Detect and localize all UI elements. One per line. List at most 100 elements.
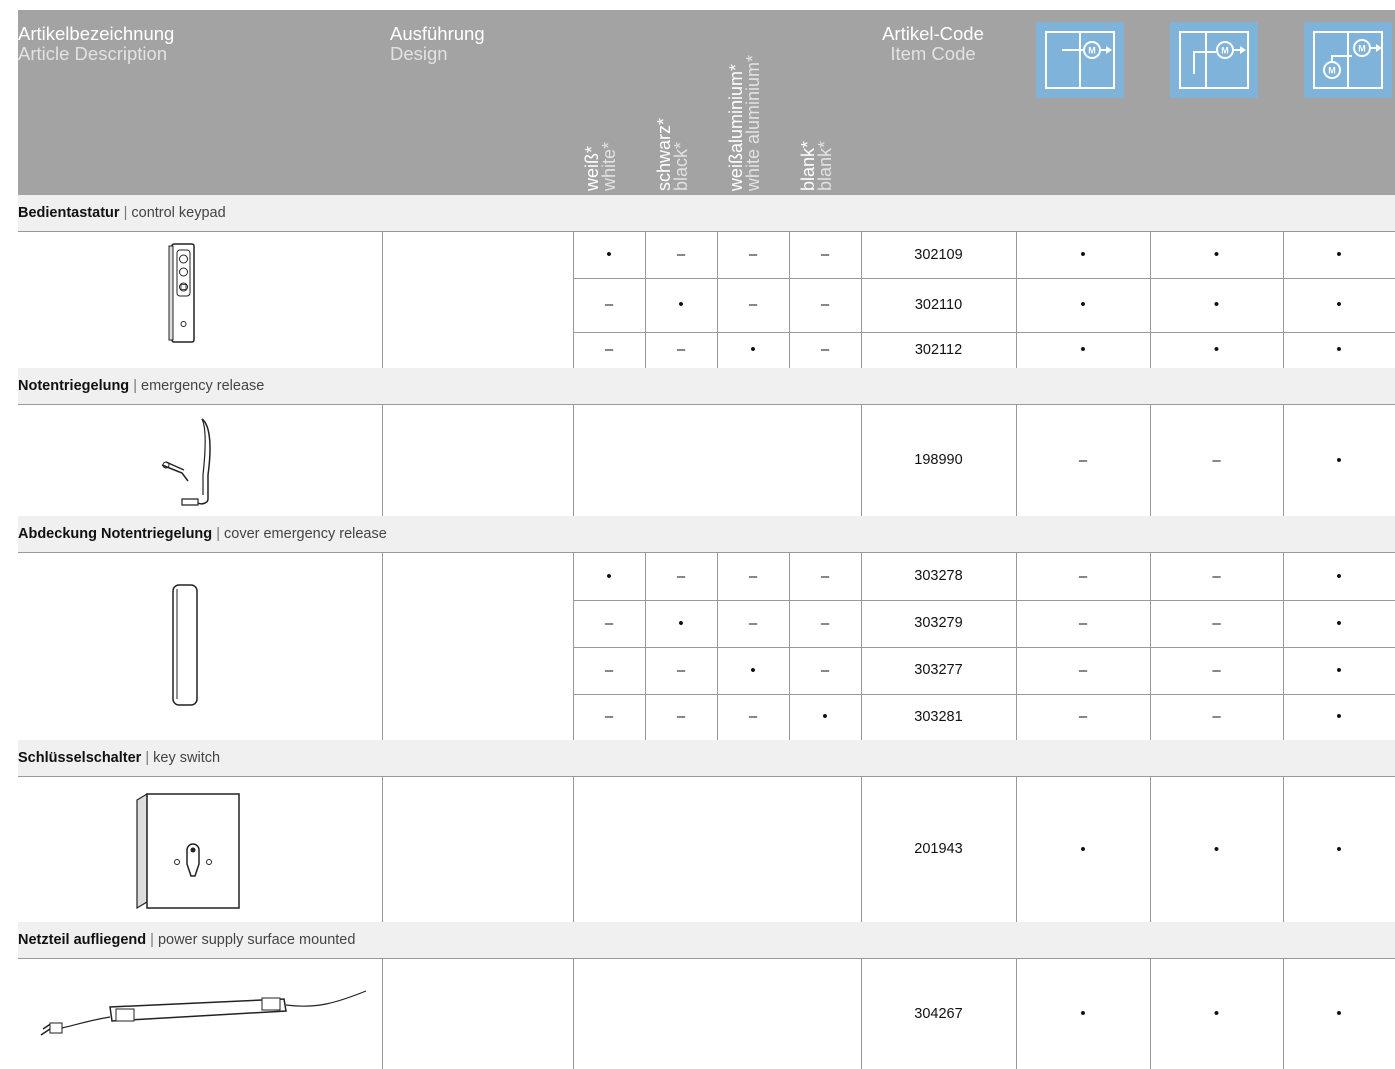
svg-text:M: M — [1358, 44, 1366, 54]
color-availability-cell: • — [678, 296, 684, 313]
motor-compatibility-cell: • — [1336, 841, 1342, 858]
section-header-key-switch: Schlüsselschalter | key switch — [18, 740, 1395, 777]
motor-compatibility-cell: – — [1078, 615, 1088, 632]
motor-compatibility-cell: • — [1336, 708, 1342, 725]
motor-side-leaf-icon: M — [1170, 22, 1258, 98]
svg-text:M: M — [1088, 46, 1096, 56]
color-availability-cell: – — [820, 296, 830, 313]
article-description-header: Artikelbezeichnung Article Description — [18, 23, 175, 64]
color-header-black: schwarz* black* — [654, 117, 691, 191]
grid-line — [382, 553, 383, 740]
motor-compatibility-cell: – — [1078, 708, 1088, 725]
grid-line — [382, 232, 383, 368]
grid-line — [573, 959, 574, 1069]
motor-compatibility-cell: • — [1213, 296, 1220, 313]
item-code-header: Artikel-Code Item Code — [882, 23, 984, 64]
item-code-cell: 302109 — [914, 247, 963, 263]
color-availability-cell: – — [676, 708, 686, 725]
motor-compatibility-cell: – — [1212, 662, 1221, 679]
item-code-cell: 201943 — [914, 841, 963, 857]
color-header-white: weiß* white* — [582, 141, 619, 191]
power-supply-icon — [36, 985, 371, 1052]
key-switch-icon — [133, 790, 243, 920]
emergency-release-handle-icon — [158, 415, 228, 512]
section-header-emergency-release: Notentriegelung | emergency release — [18, 368, 1395, 405]
item-code-cell: 303277 — [914, 662, 963, 678]
item-code-cell: 302110 — [914, 297, 963, 313]
color-availability-cell: • — [606, 568, 612, 585]
svg-text:M: M — [1328, 66, 1336, 76]
grid-line — [573, 777, 574, 922]
motor-compatibility-cell: – — [1212, 568, 1221, 585]
color-header-blank: blank* blank* — [798, 140, 835, 191]
color-availability-cell: – — [604, 708, 614, 725]
control-keypad-icon — [168, 242, 200, 349]
motor-compatibility-cell: – — [1078, 452, 1088, 469]
color-availability-cell: – — [676, 568, 686, 585]
color-availability-cell: • — [606, 246, 612, 263]
item-code-cell: 303278 — [914, 568, 963, 584]
motor-compatibility-cell: – — [1078, 662, 1088, 679]
motor-compatibility-cell: • — [1336, 296, 1342, 313]
item-code-cell: 304267 — [914, 1006, 963, 1022]
color-availability-cell: • — [678, 615, 684, 632]
motor-compatibility-cell: • — [1336, 662, 1342, 679]
section-header-control-keypad: Bedientastatur | control keypad — [18, 195, 1395, 232]
release-cover-icon — [168, 583, 202, 712]
color-availability-cell: – — [604, 662, 614, 679]
color-availability-cell: – — [604, 341, 614, 358]
motor-compatibility-cell: – — [1212, 452, 1221, 469]
motor-compatibility-cell: • — [1336, 452, 1342, 469]
motor-compatibility-cell: • — [1213, 341, 1220, 358]
color-availability-cell: – — [676, 246, 686, 263]
grid-line — [382, 405, 383, 516]
color-availability-cell: – — [604, 296, 614, 313]
color-availability-cell: • — [822, 708, 828, 725]
motor-compatibility-cell: • — [1080, 841, 1086, 858]
motor-compatibility-cell: • — [1080, 1005, 1086, 1022]
svg-text:M: M — [1221, 46, 1229, 56]
product-table: Artikelbezeichnung Article Description A… — [18, 10, 1395, 1069]
color-availability-cell: • — [750, 341, 756, 358]
grid-line — [573, 405, 574, 516]
color-availability-cell: – — [820, 662, 830, 679]
item-code-cell: 303279 — [914, 615, 963, 631]
motor-compatibility-cell: • — [1336, 341, 1342, 358]
design-header: Ausführung Design — [390, 23, 485, 64]
item-code-cell: 198990 — [914, 452, 963, 468]
motor-compatibility-cell: • — [1080, 246, 1086, 263]
color-availability-cell: – — [676, 341, 686, 358]
color-availability-cell: – — [748, 708, 758, 725]
color-availability-cell: – — [748, 246, 758, 263]
color-availability-cell: • — [750, 662, 756, 679]
table-header: Artikelbezeichnung Article Description A… — [18, 10, 1395, 195]
section-header-power-supply: Netzteil aufliegend | power supply surfa… — [18, 922, 1395, 959]
color-availability-cell: – — [820, 341, 830, 358]
color-availability-cell: – — [748, 568, 758, 585]
motor-compatibility-cell: • — [1336, 568, 1342, 585]
motor-compatibility-cell: – — [1212, 615, 1221, 632]
color-availability-cell: – — [820, 615, 830, 632]
item-code-cell: 303281 — [914, 709, 963, 725]
color-availability-cell: – — [604, 615, 614, 632]
color-header-white-aluminium: weißaluminium* white aluminium* — [726, 54, 763, 191]
motor-compatibility-cell: • — [1336, 1005, 1342, 1022]
motor-compatibility-cell: • — [1336, 615, 1342, 632]
grid-line — [382, 777, 383, 922]
color-availability-cell: – — [676, 662, 686, 679]
item-code-cell: 302112 — [914, 342, 963, 358]
motor-double-motor-icon: M M — [1304, 22, 1392, 98]
motor-compatibility-cell: • — [1213, 841, 1220, 858]
motor-single-leaf-icon: M — [1036, 22, 1124, 98]
section-header-cover-emergency-release: Abdeckung Notentriegelung | cover emerge… — [18, 516, 1395, 553]
motor-compatibility-cell: – — [1078, 568, 1088, 585]
motor-compatibility-cell: – — [1212, 708, 1221, 725]
color-availability-cell: – — [748, 296, 758, 313]
color-availability-cell: – — [820, 568, 830, 585]
grid-line — [382, 959, 383, 1069]
motor-compatibility-cell: • — [1080, 296, 1086, 313]
color-availability-cell: – — [748, 615, 758, 632]
color-availability-cell: – — [820, 246, 830, 263]
motor-compatibility-cell: • — [1213, 1005, 1220, 1022]
motor-compatibility-cell: • — [1080, 341, 1086, 358]
